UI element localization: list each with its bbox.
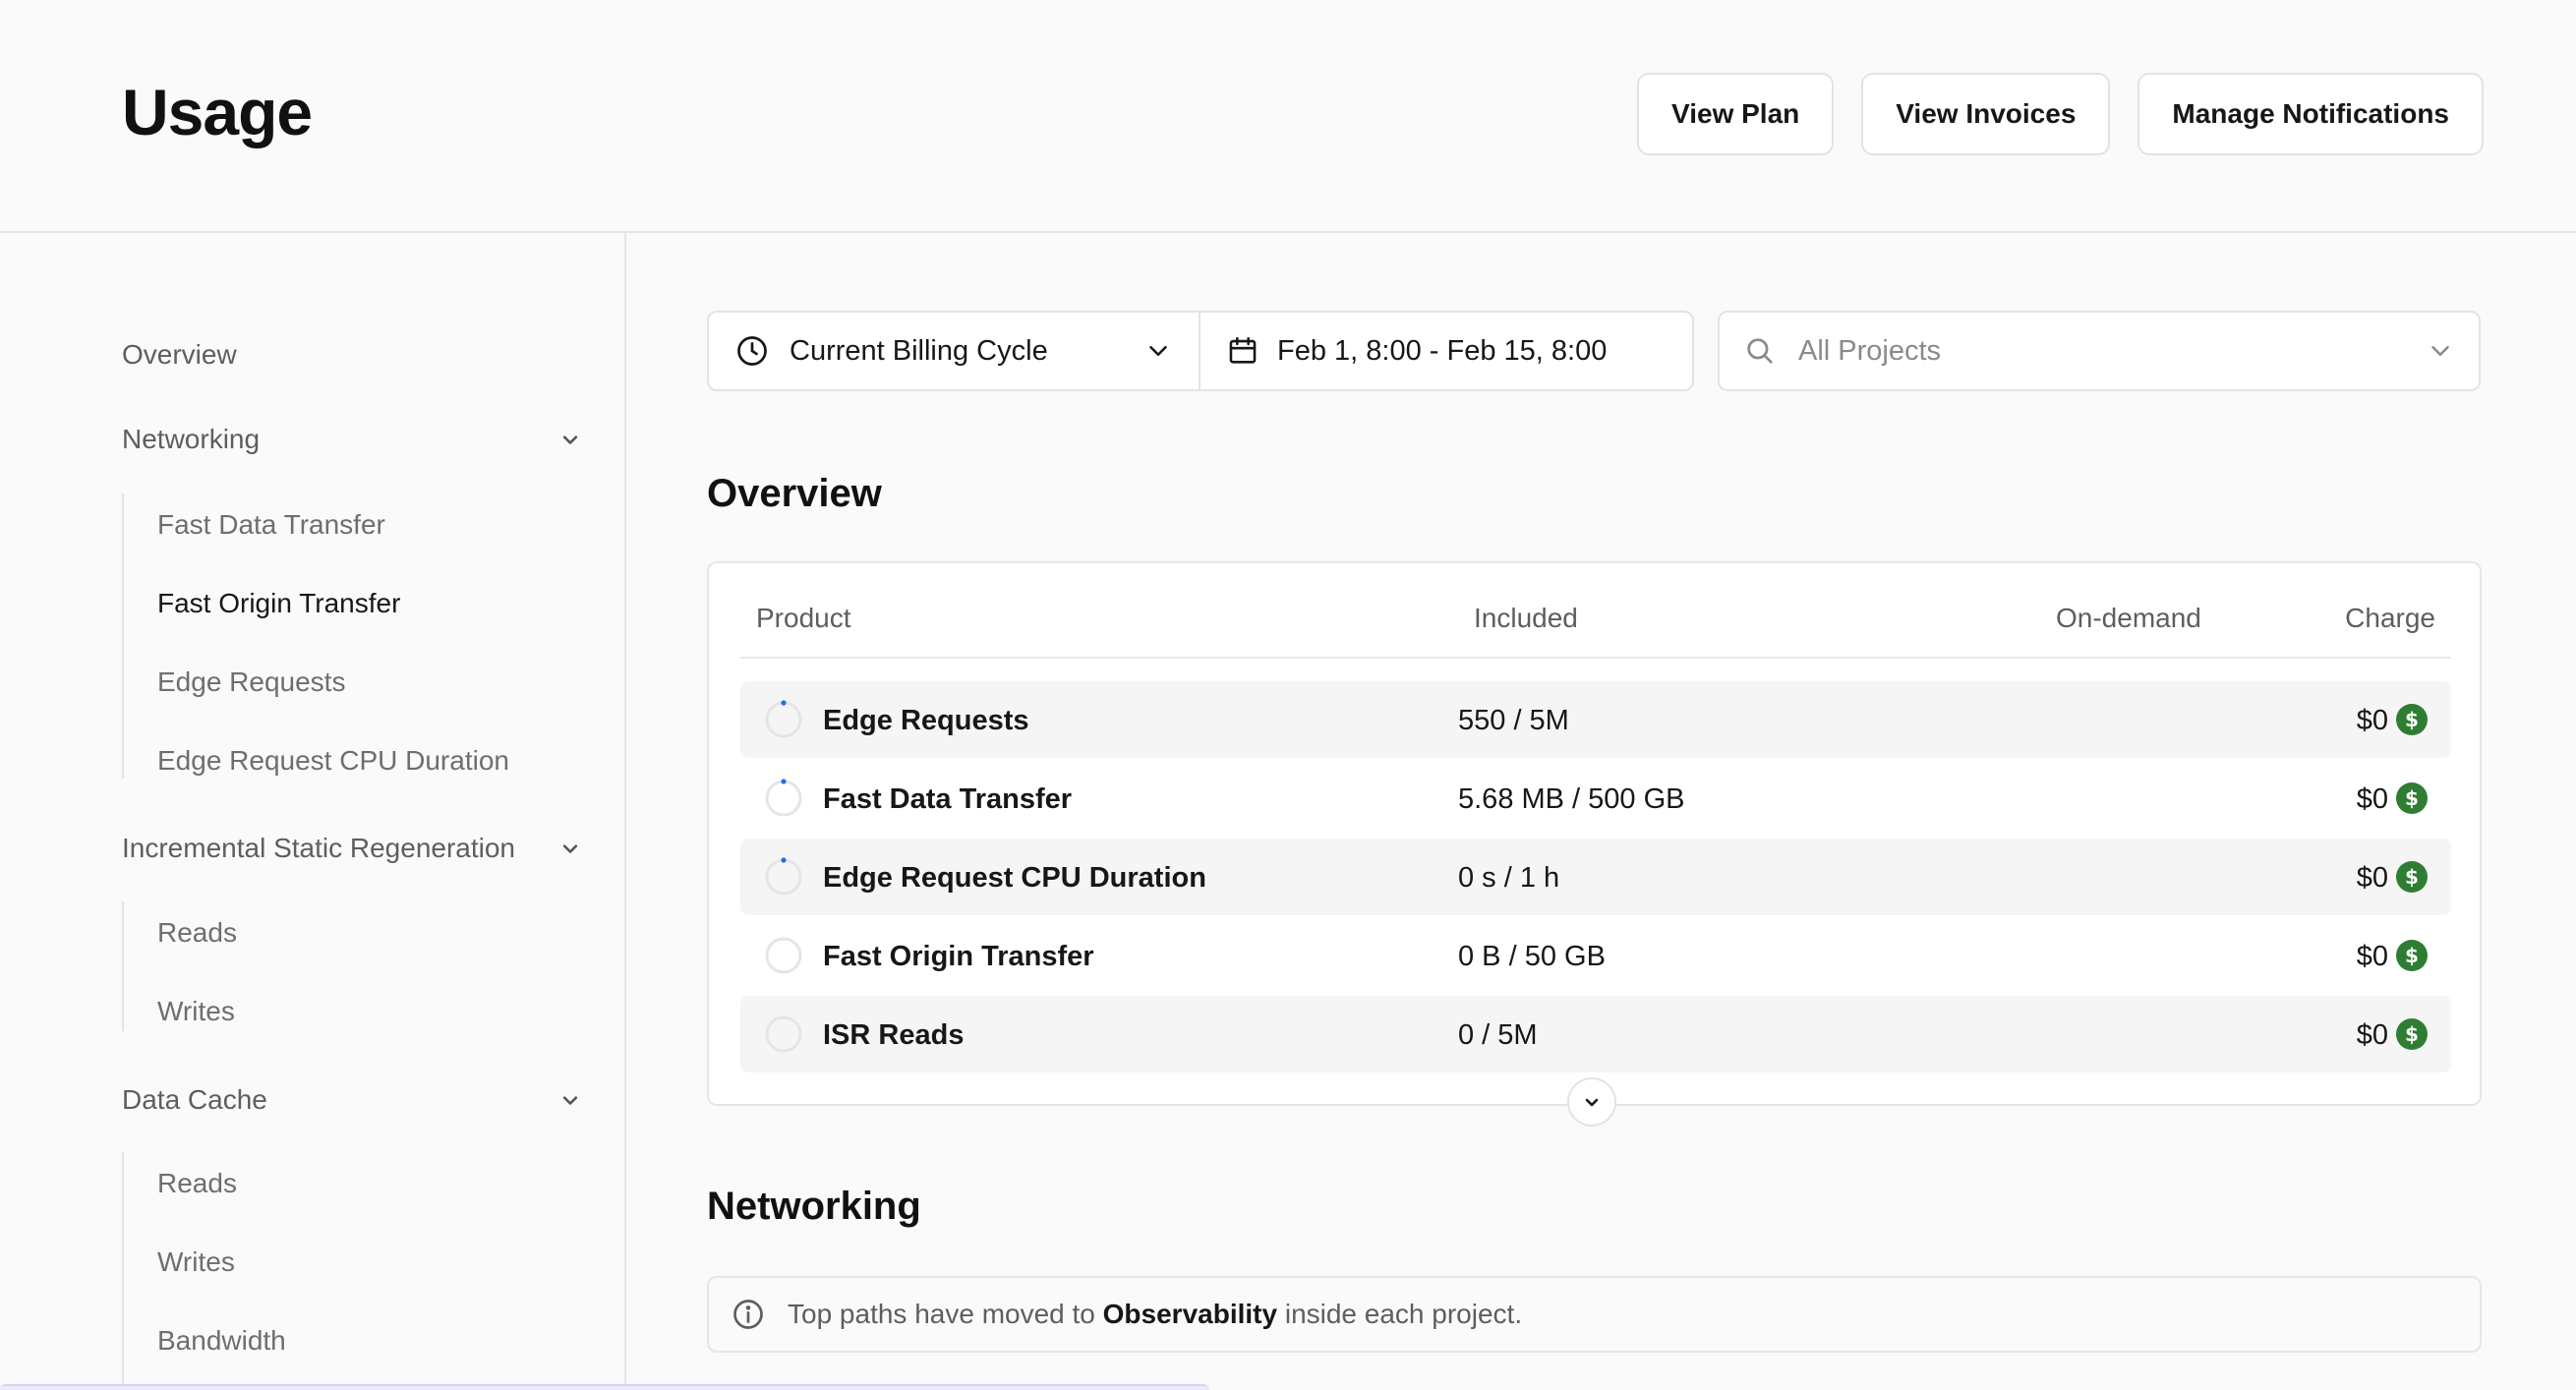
charge-value: $0 [2356, 862, 2388, 894]
sidebar-item-isr-reads[interactable]: Reads [157, 917, 237, 949]
column-header-product: Product [756, 603, 851, 633]
product-name: Fast Origin Transfer [823, 941, 1094, 972]
table-row[interactable]: ISR Reads 0 / 5M $0 $ [740, 996, 2451, 1072]
sidebar-item-edge-request-cpu-duration[interactable]: Edge Request CPU Duration [157, 745, 509, 777]
dollar-icon: $ [2396, 861, 2428, 893]
page-header: Usage View Plan View Invoices Manage Not… [0, 0, 2576, 233]
chevron-down-icon [562, 435, 578, 444]
page-title: Usage [122, 76, 313, 148]
product-name: Fast Data Transfer [823, 783, 1073, 815]
notice-prefix: Top paths have moved to [788, 1299, 1103, 1329]
notice-text: Top paths have moved to Observability in… [788, 1299, 1522, 1330]
billing-cycle-select[interactable]: Current Billing Cycle [709, 313, 1200, 389]
usage-ring-icon [765, 779, 802, 817]
sidebar-item-fast-origin-transfer[interactable]: Fast Origin Transfer [157, 588, 400, 619]
main-content: Current Billing Cycle Feb 1, 8:00 - Feb … [626, 233, 2576, 1390]
svg-text:$: $ [2405, 708, 2419, 731]
dollar-icon: $ [2396, 704, 2428, 735]
table-header: Product Included On-demand Charge [740, 563, 2451, 659]
included-value: 0 / 5M [1458, 1019, 1538, 1051]
date-range-picker[interactable]: Feb 1, 8:00 - Feb 15, 8:00 [1200, 313, 1692, 389]
observability-notice: Top paths have moved to Observability in… [707, 1276, 2482, 1353]
view-plan-button[interactable]: View Plan [1637, 73, 1835, 155]
projects-select[interactable] [1718, 311, 2481, 391]
projects-search-input[interactable] [1798, 334, 2404, 368]
sidebar-item-edge-requests[interactable]: Edge Requests [157, 666, 345, 698]
info-icon [733, 1300, 763, 1329]
table-row[interactable]: Edge Requests 550 / 5M $0 $ [740, 681, 2451, 758]
chevron-down-icon [2431, 346, 2449, 356]
charge-value: $0 [2356, 705, 2388, 736]
overview-table: Product Included On-demand Charge Edge R… [707, 561, 2482, 1106]
svg-text:$: $ [2405, 786, 2419, 810]
observability-link[interactable]: Observability [1103, 1299, 1277, 1329]
sidebar-nav: Overview Networking Fast Data Transfer F… [0, 233, 626, 1390]
svg-text:$: $ [2405, 1022, 2419, 1046]
usage-ring-icon [765, 857, 802, 896]
included-value: 0 B / 50 GB [1458, 941, 1606, 972]
search-icon [1747, 338, 1773, 364]
expand-table-button[interactable] [1567, 1077, 1616, 1127]
table-row[interactable]: Fast Data Transfer 5.68 MB / 500 GB $0 $ [740, 760, 2451, 837]
usage-ring-icon [765, 700, 802, 738]
date-range-value: Feb 1, 8:00 - Feb 15, 8:00 [1277, 334, 1608, 367]
usage-ring-icon [765, 1015, 802, 1053]
table-row[interactable]: Fast Origin Transfer 0 B / 50 GB $0 $ [740, 917, 2451, 994]
included-value: 0 s / 1 h [1458, 862, 1560, 894]
header-actions: View Plan View Invoices Manage Notificat… [1637, 73, 2484, 155]
sidebar-section-label: Networking [122, 424, 261, 454]
sidebar-section-networking[interactable]: Networking [122, 424, 584, 455]
column-header-included: Included [1474, 603, 1578, 633]
notice-suffix: inside each project. [1277, 1299, 1523, 1329]
svg-text:$: $ [2405, 944, 2419, 967]
calendar-icon [1229, 336, 1257, 364]
product-name: Edge Request CPU Duration [823, 862, 1206, 894]
filter-bar: Current Billing Cycle Feb 1, 8:00 - Feb … [707, 311, 1694, 391]
sidebar-item-fast-data-transfer[interactable]: Fast Data Transfer [157, 509, 385, 541]
charge-value: $0 [2356, 1019, 2388, 1051]
column-header-on-demand: On-demand [2056, 603, 2201, 633]
manage-notifications-button[interactable]: Manage Notifications [2137, 73, 2484, 155]
dollar-icon: $ [2396, 1018, 2428, 1050]
product-name: ISR Reads [823, 1019, 965, 1051]
dollar-icon: $ [2396, 940, 2428, 971]
table-row[interactable]: Edge Request CPU Duration 0 s / 1 h $0 $ [740, 839, 2451, 915]
charge-value: $0 [2356, 783, 2388, 815]
column-header-charge: Charge [2345, 603, 2435, 633]
dollar-icon: $ [2396, 782, 2428, 814]
isr-subnav: Reads Writes [122, 901, 237, 1031]
view-invoices-button[interactable]: View Invoices [1861, 73, 2111, 155]
chevron-down-icon [562, 1096, 578, 1105]
sidebar-section-label: Data Cache [122, 1084, 267, 1115]
data-cache-subnav: Reads Writes Bandwidth [122, 1152, 286, 1390]
sidebar-item-data-cache-reads[interactable]: Reads [157, 1168, 237, 1199]
svg-text:$: $ [2405, 865, 2419, 889]
networking-section-title: Networking [707, 1185, 921, 1228]
usage-ring-icon [765, 937, 802, 974]
chevron-down-icon [1585, 1098, 1599, 1107]
sidebar-item-isr-writes[interactable]: Writes [157, 996, 235, 1027]
chevron-down-icon [562, 844, 578, 853]
included-value: 5.68 MB / 500 GB [1458, 783, 1685, 815]
product-name: Edge Requests [823, 705, 1029, 736]
sidebar-item-label: Overview [122, 339, 237, 370]
sidebar-item-overview[interactable]: Overview [122, 339, 584, 371]
sidebar-item-data-cache-writes[interactable]: Writes [157, 1246, 235, 1278]
billing-cycle-value: Current Billing Cycle [790, 334, 1048, 367]
charge-value: $0 [2356, 941, 2388, 972]
clock-icon [737, 336, 767, 366]
overview-section-title: Overview [707, 472, 882, 515]
networking-subnav: Fast Data Transfer Fast Origin Transfer … [122, 493, 509, 779]
sidebar-section-data-cache[interactable]: Data Cache [122, 1084, 584, 1116]
sidebar-section-label: Incremental Static Regeneration [122, 833, 515, 863]
chevron-down-icon [1149, 346, 1167, 356]
sidebar-section-isr[interactable]: Incremental Static Regeneration [122, 833, 584, 864]
included-value: 550 / 5M [1458, 705, 1569, 736]
sidebar-item-data-cache-bandwidth[interactable]: Bandwidth [157, 1325, 286, 1357]
